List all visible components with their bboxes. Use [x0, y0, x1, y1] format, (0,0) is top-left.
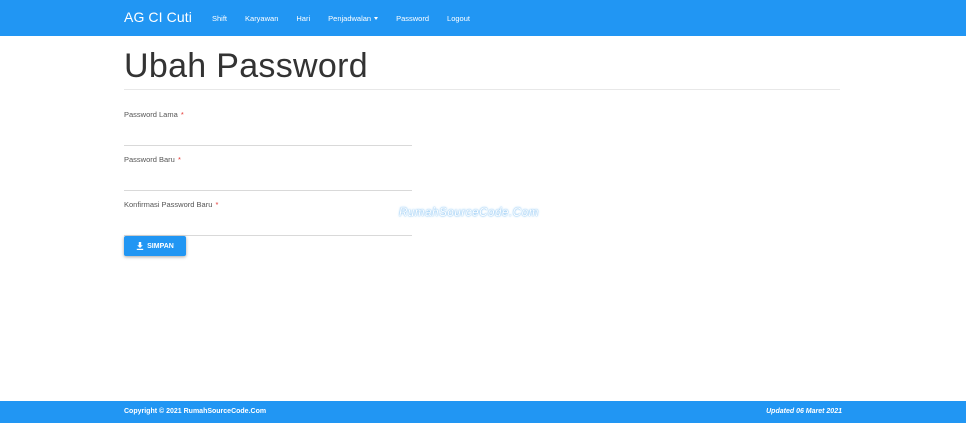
old-password-field[interactable]: [124, 126, 412, 146]
required-marker: *: [215, 200, 219, 209]
nav-item-password[interactable]: Password: [396, 14, 429, 23]
confirm-password-label-text: Konfirmasi Password Baru: [124, 200, 213, 209]
new-password-group: Password Baru *: [124, 149, 412, 191]
nav-item-shift[interactable]: Shift: [212, 14, 227, 23]
title-divider: [124, 89, 840, 90]
new-password-label-text: Password Baru: [124, 155, 175, 164]
nav-item-penjadwalan[interactable]: Penjadwalan: [328, 13, 379, 23]
save-button-label: SIMPAN: [147, 242, 174, 250]
main-nav: Shift Karyawan Hari Penjadwalan Password…: [212, 0, 488, 36]
caret-down-icon: [374, 16, 379, 20]
required-marker: *: [180, 110, 184, 119]
nav-item-karyawan[interactable]: Karyawan: [245, 14, 278, 23]
watermark-text: RumahSourceCode.Com: [399, 207, 539, 219]
confirm-password-label: Konfirmasi Password Baru *: [124, 200, 218, 209]
download-icon: [136, 242, 144, 250]
nav-item-hari[interactable]: Hari: [296, 14, 310, 23]
nav-item-penjadwalan-label: Penjadwalan: [328, 13, 372, 23]
updated-date: Updated 06 Maret 2021: [766, 408, 842, 415]
old-password-label-text: Password Lama: [124, 110, 178, 119]
footer: Copyright © 2021 RumahSourceCode.Com Upd…: [0, 401, 966, 423]
page-title: Ubah Password: [124, 47, 368, 85]
brand-link[interactable]: AG CI Cuti: [124, 9, 192, 25]
old-password-group: Password Lama *: [124, 104, 412, 146]
confirm-password-group: Konfirmasi Password Baru *: [124, 194, 412, 236]
nav-item-logout[interactable]: Logout: [447, 14, 470, 23]
old-password-label: Password Lama *: [124, 110, 184, 119]
new-password-field[interactable]: [124, 171, 412, 191]
save-button[interactable]: SIMPAN: [124, 236, 186, 256]
top-navbar: AG CI Cuti Shift Karyawan Hari Penjadwal…: [0, 0, 966, 36]
copyright-text: Copyright © 2021 RumahSourceCode.Com: [124, 408, 267, 415]
required-marker: *: [177, 155, 181, 164]
new-password-label: Password Baru *: [124, 155, 181, 164]
confirm-password-field[interactable]: [124, 216, 412, 236]
